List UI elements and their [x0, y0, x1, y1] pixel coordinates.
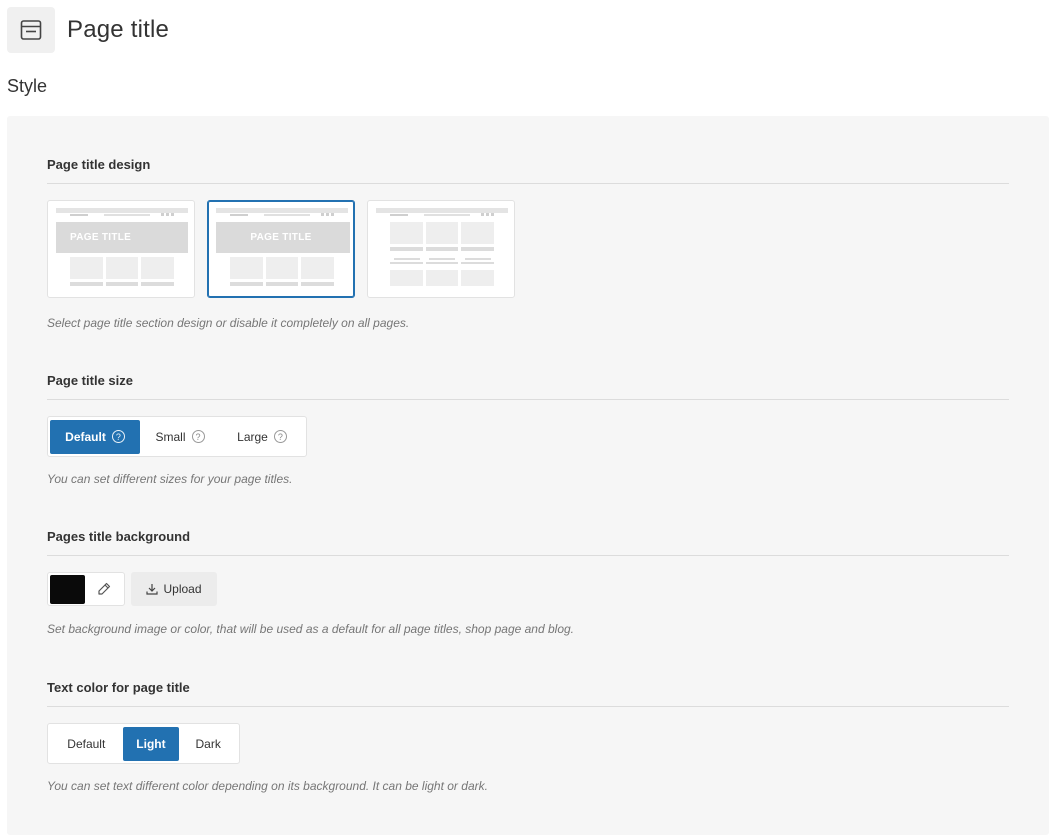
- text-color-description: You can set text different color dependi…: [47, 779, 488, 793]
- design-group: Page title design: [47, 157, 1009, 184]
- text-color-title: Text color for page title: [47, 680, 1009, 707]
- design-option-1[interactable]: PAGE TITLE: [47, 200, 195, 298]
- color-swatch[interactable]: [50, 574, 85, 604]
- text-color-light-button[interactable]: Light: [122, 726, 180, 761]
- eyedropper-icon[interactable]: [85, 575, 122, 604]
- download-icon: [146, 584, 159, 595]
- design-description: Select page title section design or disa…: [47, 316, 410, 330]
- help-icon[interactable]: ?: [191, 430, 205, 443]
- size-title: Page title size: [47, 373, 1009, 400]
- size-large-button[interactable]: Large ?: [220, 420, 304, 454]
- help-icon[interactable]: ?: [273, 430, 287, 443]
- upload-button[interactable]: Upload: [131, 572, 217, 606]
- help-icon[interactable]: ?: [111, 430, 125, 443]
- size-selector: Default ? Small ? Large ?: [47, 416, 307, 457]
- text-color-group: Text color for page title: [47, 680, 1009, 707]
- size-large-label: Large: [237, 429, 268, 444]
- header: Page title: [7, 6, 169, 54]
- size-small-button[interactable]: Small ?: [140, 420, 220, 454]
- upload-label: Upload: [163, 582, 202, 596]
- page-title: Page title: [67, 16, 170, 43]
- size-default-button[interactable]: Default ?: [50, 419, 140, 454]
- size-group: Page title size: [47, 373, 1009, 400]
- text-color-dark-button[interactable]: Dark: [179, 727, 237, 761]
- background-group: Pages title background: [47, 529, 1009, 556]
- design-option-label: PAGE TITLE: [250, 232, 312, 243]
- background-title: Pages title background: [47, 529, 1009, 556]
- layout-preview-icon: [56, 208, 188, 286]
- background-controls: Upload: [47, 572, 217, 606]
- design-options: PAGE TITLE PAGE TITLE: [47, 200, 515, 298]
- settings-panel: Page title design PAGE TITLE PAGE TITLE …: [7, 116, 1049, 835]
- text-color-default-button[interactable]: Default: [50, 727, 123, 761]
- design-title: Page title design: [47, 157, 1009, 184]
- text-color-selector: Default Light Dark: [47, 723, 240, 764]
- layout-preview-icon: [376, 208, 508, 286]
- window-icon: [7, 7, 55, 53]
- background-description: Set background image or color, that will…: [47, 622, 575, 636]
- section-heading: Style: [7, 76, 48, 96]
- size-default-label: Default: [65, 429, 106, 444]
- design-option-2[interactable]: PAGE TITLE: [207, 200, 355, 298]
- design-option-3[interactable]: [367, 200, 515, 298]
- size-small-label: Small: [155, 429, 186, 444]
- color-picker: [47, 572, 125, 606]
- layout-preview-icon: [216, 208, 350, 286]
- size-description: You can set different sizes for your pag…: [47, 472, 293, 486]
- design-option-label: PAGE TITLE: [70, 232, 132, 243]
